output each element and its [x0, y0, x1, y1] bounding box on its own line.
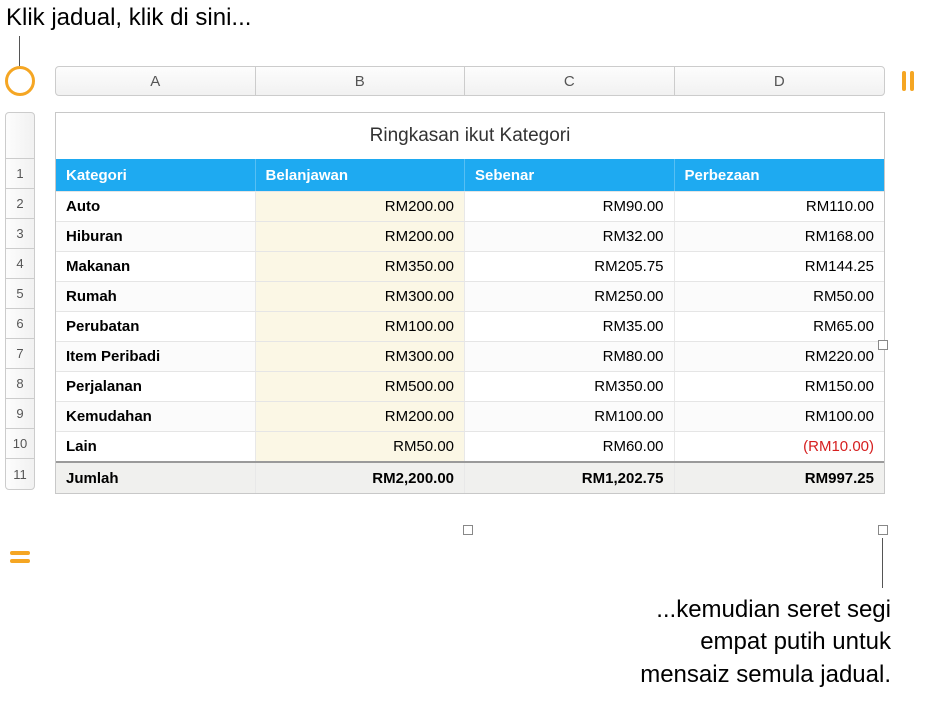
table-row: Rumah RM300.00 RM250.00 RM50.00: [56, 281, 884, 311]
cell-belanjawan[interactable]: RM300.00: [256, 282, 466, 311]
cell-kategori[interactable]: Lain: [56, 432, 256, 461]
th-belanjawan[interactable]: Belanjawan: [256, 159, 466, 191]
cell-belanjawan[interactable]: RM200.00: [256, 222, 466, 251]
cell-belanjawan[interactable]: RM300.00: [256, 342, 466, 371]
cell-belanjawan[interactable]: RM50.00: [256, 432, 466, 461]
cell-perbezaan[interactable]: RM144.25: [675, 252, 884, 281]
row-header-7[interactable]: 7: [6, 339, 34, 369]
footer-perbezaan[interactable]: RM997.25: [675, 463, 884, 493]
col-header-b[interactable]: B: [256, 67, 466, 95]
col-header-d[interactable]: D: [675, 67, 884, 95]
cell-sebenar[interactable]: RM80.00: [465, 342, 675, 371]
table-row: Makanan RM350.00 RM205.75 RM144.25: [56, 251, 884, 281]
resize-handle-bottom[interactable]: [463, 525, 473, 535]
table-header-row: Kategori Belanjawan Sebenar Perbezaan: [56, 159, 884, 191]
cell-belanjawan[interactable]: RM200.00: [256, 402, 466, 431]
cell-belanjawan[interactable]: RM350.00: [256, 252, 466, 281]
cell-sebenar[interactable]: RM32.00: [465, 222, 675, 251]
cell-sebenar[interactable]: RM100.00: [465, 402, 675, 431]
table-row: Perubatan RM100.00 RM35.00 RM65.00: [56, 311, 884, 341]
cell-perbezaan[interactable]: RM100.00: [675, 402, 884, 431]
row-header-6[interactable]: 6: [6, 309, 34, 339]
row-header-10[interactable]: 10: [6, 429, 34, 459]
add-row-handle[interactable]: [5, 542, 35, 572]
table-selector-handle[interactable]: [5, 66, 35, 96]
row-headers: 1 2 3 4 5 6 7 8 9 10 11: [5, 112, 35, 490]
th-sebenar[interactable]: Sebenar: [465, 159, 675, 191]
callout-select-table: Klik jadual, klik di sini...: [6, 4, 251, 32]
cell-perbezaan[interactable]: RM50.00: [675, 282, 884, 311]
row-header-8[interactable]: 8: [6, 369, 34, 399]
table-row: Lain RM50.00 RM60.00 (RM10.00): [56, 431, 884, 461]
row-header-11[interactable]: 11: [6, 459, 34, 489]
th-perbezaan[interactable]: Perbezaan: [675, 159, 884, 191]
callout-text: mensaiz semula jadual.: [640, 659, 891, 691]
cell-sebenar[interactable]: RM90.00: [465, 192, 675, 221]
callout-text: ...kemudian seret segi: [640, 594, 891, 626]
table-title[interactable]: Ringkasan ikut Kategori: [56, 113, 884, 159]
col-header-c[interactable]: C: [465, 67, 675, 95]
cell-perbezaan[interactable]: RM110.00: [675, 192, 884, 221]
callout-line: [19, 36, 20, 66]
table-footer-row: Jumlah RM2,200.00 RM1,202.75 RM997.25: [56, 461, 884, 493]
cell-kategori[interactable]: Perjalanan: [56, 372, 256, 401]
callout-text: empat putih untuk: [640, 626, 891, 658]
footer-sebenar[interactable]: RM1,202.75: [465, 463, 675, 493]
cell-perbezaan[interactable]: RM65.00: [675, 312, 884, 341]
cell-sebenar[interactable]: RM350.00: [465, 372, 675, 401]
cell-kategori[interactable]: Item Peribadi: [56, 342, 256, 371]
cell-belanjawan[interactable]: RM500.00: [256, 372, 466, 401]
cell-sebenar[interactable]: RM205.75: [465, 252, 675, 281]
row-header-1[interactable]: 1: [6, 159, 34, 189]
th-kategori[interactable]: Kategori: [56, 159, 256, 191]
spreadsheet-table[interactable]: Ringkasan ikut Kategori Kategori Belanja…: [55, 112, 885, 494]
cell-perbezaan[interactable]: RM168.00: [675, 222, 884, 251]
footer-belanjawan[interactable]: RM2,200.00: [256, 463, 466, 493]
col-header-a[interactable]: A: [56, 67, 256, 95]
cell-belanjawan[interactable]: RM200.00: [256, 192, 466, 221]
resize-handle-right[interactable]: [878, 340, 888, 350]
callout-line: [882, 538, 883, 588]
cell-sebenar[interactable]: RM35.00: [465, 312, 675, 341]
row-header-3[interactable]: 3: [6, 219, 34, 249]
cell-perbezaan[interactable]: RM150.00: [675, 372, 884, 401]
footer-label[interactable]: Jumlah: [56, 463, 256, 493]
row-header-9[interactable]: 9: [6, 399, 34, 429]
cell-perbezaan[interactable]: RM220.00: [675, 342, 884, 371]
column-headers: A B C D: [55, 66, 885, 96]
table-row: Hiburan RM200.00 RM32.00 RM168.00: [56, 221, 884, 251]
cell-kategori[interactable]: Rumah: [56, 282, 256, 311]
cell-kategori[interactable]: Hiburan: [56, 222, 256, 251]
row-bars-icon: [8, 547, 32, 567]
table-row: Auto RM200.00 RM90.00 RM110.00: [56, 191, 884, 221]
cell-belanjawan[interactable]: RM100.00: [256, 312, 466, 341]
row-header-5[interactable]: 5: [6, 279, 34, 309]
table-row: Kemudahan RM200.00 RM100.00 RM100.00: [56, 401, 884, 431]
cell-kategori[interactable]: Perubatan: [56, 312, 256, 341]
table-row: Item Peribadi RM300.00 RM80.00 RM220.00: [56, 341, 884, 371]
cell-sebenar[interactable]: RM250.00: [465, 282, 675, 311]
callout-resize: ...kemudian seret segi empat putih untuk…: [640, 594, 891, 691]
row-header-title[interactable]: [6, 113, 34, 159]
cell-kategori[interactable]: Kemudahan: [56, 402, 256, 431]
cell-perbezaan[interactable]: (RM10.00): [675, 432, 884, 461]
row-header-4[interactable]: 4: [6, 249, 34, 279]
cell-kategori[interactable]: Auto: [56, 192, 256, 221]
column-bars-icon: [898, 69, 918, 93]
add-column-handle[interactable]: [893, 66, 923, 96]
cell-kategori[interactable]: Makanan: [56, 252, 256, 281]
table-row: Perjalanan RM500.00 RM350.00 RM150.00: [56, 371, 884, 401]
cell-sebenar[interactable]: RM60.00: [465, 432, 675, 461]
row-header-2[interactable]: 2: [6, 189, 34, 219]
resize-handle-corner[interactable]: [878, 525, 888, 535]
